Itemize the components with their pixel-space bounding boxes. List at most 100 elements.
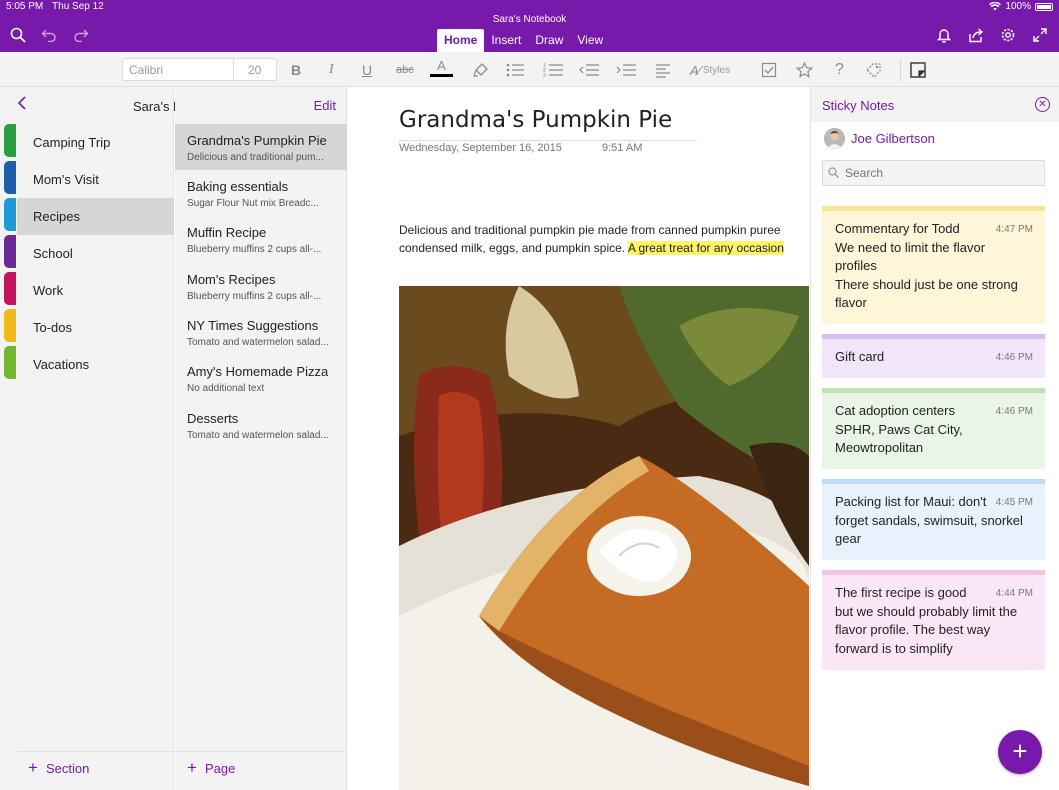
add-section-button[interactable]: + Section [28,758,89,778]
bold-button[interactable]: B [291,61,301,79]
question-icon[interactable]: ? [835,61,844,79]
battery-icon [1035,2,1053,11]
note-line: The first recipe is good [835,585,967,600]
close-icon[interactable]: ✕ [1035,97,1050,112]
font-size[interactable]: 20 [248,63,261,77]
sticky-notes-search[interactable] [822,160,1045,186]
note-time: 4:46 PM [995,352,1033,363]
sticky-notes-panel: Sticky Notes ✕ Joe Gilbertson 4:47 PM Co… [810,87,1059,790]
page-item[interactable]: Desserts Tomato and watermelon salad... [175,402,347,448]
font-name: Calibri [129,63,164,77]
page-item[interactable]: Baking essentials Sugar Flour Nut mix Br… [175,170,347,216]
font-color-button[interactable]: A [430,59,453,77]
plus-icon: + [187,758,197,777]
outdent-icon[interactable] [579,61,599,79]
pumpkin-pie-photo[interactable] [399,286,809,790]
bullet-list-icon[interactable] [506,61,524,79]
divider [17,751,173,752]
section-item-work[interactable]: Work [17,272,174,309]
styles-button[interactable]: A⁄ Styles [690,61,730,79]
page-item[interactable]: Muffin Recipe Blueberry muffins 2 cups a… [175,216,347,262]
title-bar: 5:05 PM Thu Sep 12 100% Sara's Notebook … [0,0,1059,53]
note-text: Packing list for Maui: don't forget sand… [835,493,1023,549]
styles-icon: A⁄ [690,62,701,78]
page-item[interactable]: Amy's Homemade Pizza No additional text [175,355,347,401]
new-sticky-note-button[interactable]: + [998,730,1042,774]
page-body-text[interactable]: Delicious and traditional pumpkin pie ma… [399,221,809,257]
page-item[interactable]: NY Times Suggestions Tomato and watermel… [175,309,347,355]
back-icon[interactable] [17,96,27,115]
page-item-title: Muffin Recipe [187,225,267,240]
undo-icon[interactable] [40,26,58,44]
gear-icon[interactable] [999,26,1017,44]
page-canvas[interactable]: Grandma's Pumpkin Pie Wednesday, Septemb… [348,87,809,790]
search-icon [828,167,839,181]
checkbox-tag-icon[interactable] [761,61,777,79]
highlighter-icon[interactable] [473,61,489,79]
section-item-vacations[interactable]: Vacations [17,346,174,383]
underline-button[interactable]: U [362,61,372,79]
tab-draw[interactable]: Draw [528,29,570,53]
section-item-moms-visit[interactable]: Mom's Visit [17,161,174,198]
section-item-recipes[interactable]: Recipes [17,198,174,235]
redo-icon[interactable] [72,26,90,44]
align-icon[interactable] [655,61,671,79]
avatar [824,128,845,149]
tab-view[interactable]: View [570,29,610,53]
font-picker[interactable]: Calibri 20 [122,58,277,81]
section-color-tab[interactable] [4,198,16,231]
sticky-note[interactable]: 4:44 PM The first recipe is good but we … [822,570,1045,670]
sticky-notes-title: Sticky Notes [822,98,895,113]
tab-insert[interactable]: Insert [484,29,528,53]
page-item[interactable]: Mom's Recipes Blueberry muffins 2 cups a… [175,263,347,309]
share-icon[interactable] [967,26,985,44]
ribbon-divider [900,59,901,81]
page-title[interactable]: Grandma's Pumpkin Pie [399,107,672,133]
search-icon[interactable] [9,26,27,44]
note-line: flavor [835,295,867,311]
note-time: 4:44 PM [995,588,1033,599]
status-bar-left: 5:05 PM Thu Sep 12 [6,1,104,12]
body-text: condensed milk, eggs, and pumpkin spice. [399,241,626,255]
note-line: Cat adoption centers [835,403,955,418]
search-input[interactable] [845,166,1035,180]
section-item-to-dos[interactable]: To-dos [17,309,174,346]
strikethrough-button[interactable]: abc [396,61,414,79]
sticky-note[interactable]: 4:47 PM Commentary for Todd We need to l… [822,206,1045,324]
italic-button[interactable]: I [329,61,334,79]
sticky-note[interactable]: 4:46 PM Gift card [822,334,1045,378]
indent-icon[interactable] [616,61,636,79]
section-color-tab[interactable] [4,309,16,342]
note-text: Gift card [835,348,995,367]
star-icon[interactable] [796,61,813,79]
tab-home[interactable]: Home [437,29,485,53]
page-item[interactable]: Grandma's Pumpkin Pie Delicious and trad… [175,124,347,170]
fullscreen-icon[interactable] [1031,26,1049,44]
formatting-ribbon: Calibri 20 B I U abc A 123 A⁄ Styles ? [0,52,1059,87]
section-color-tab[interactable] [4,161,16,194]
bell-icon[interactable] [935,26,953,44]
page-item-preview: Blueberry muffins 2 cups all-... [187,244,322,255]
sticky-note[interactable]: 4:46 PM Cat adoption centers SPHR, Paws … [822,388,1045,469]
user-name[interactable]: Joe Gilbertson [851,131,935,146]
note-text: The first recipe is good but we should p… [835,584,1017,658]
section-color-tab[interactable] [4,235,16,268]
note-line: gear [835,531,862,547]
sticky-note[interactable]: 4:45 PM Packing list for Maui: don't for… [822,479,1045,560]
page-item-preview: Tomato and watermelon salad... [187,430,329,441]
add-page-button[interactable]: + Page [187,758,235,778]
section-color-tab[interactable] [4,272,16,305]
title-underline [399,140,697,141]
tag-icon[interactable] [865,61,885,79]
note-line: Meowtropolitan [835,440,924,456]
section-item-camping-trip[interactable]: Camping Trip [17,124,174,161]
page-item-preview: Sugar Flour Nut mix Breadc... [187,198,319,209]
edit-button[interactable]: Edit [314,98,336,113]
numbered-list-icon[interactable]: 123 [543,61,563,79]
section-color-tab[interactable] [4,346,16,379]
note-text: Cat adoption centers SPHR, Paws Cat City… [835,402,995,458]
sticky-note-icon[interactable] [910,61,926,79]
section-color-tab[interactable] [4,124,16,157]
section-item-school[interactable]: School [17,235,174,272]
add-page-label: Page [204,761,236,776]
